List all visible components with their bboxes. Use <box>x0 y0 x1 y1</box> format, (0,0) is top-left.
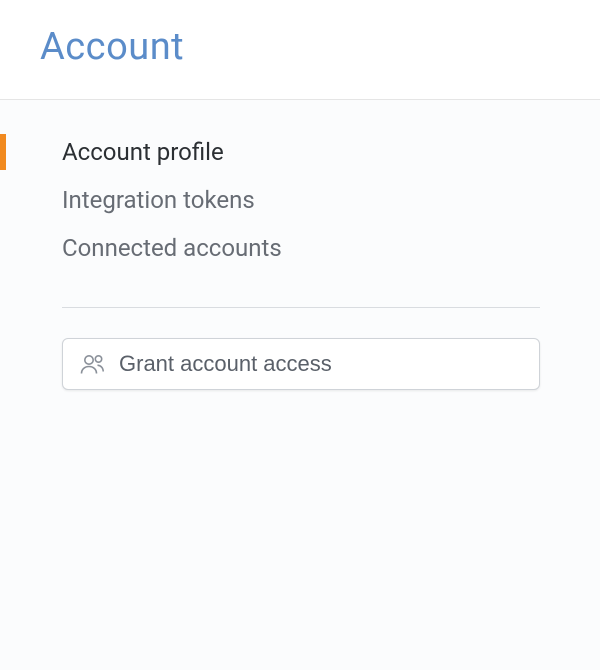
nav-item-connected-accounts[interactable]: Connected accounts <box>0 224 600 272</box>
nav-item-integration-tokens[interactable]: Integration tokens <box>0 176 600 224</box>
nav-item-label: Account profile <box>62 138 224 166</box>
nav-item-label: Connected accounts <box>62 234 282 262</box>
users-group-icon <box>79 352 107 376</box>
section-divider <box>62 307 540 308</box>
nav-item-label: Integration tokens <box>62 186 255 214</box>
nav-item-account-profile[interactable]: Account profile <box>0 128 600 176</box>
grant-account-access-button[interactable]: Grant account access <box>62 338 540 390</box>
action-button-label: Grant account access <box>119 351 332 377</box>
account-nav: Account profile Integration tokens Conne… <box>0 128 600 272</box>
page-header: Account <box>0 0 600 100</box>
page-title: Account <box>40 25 600 69</box>
content-area: Account profile Integration tokens Conne… <box>0 100 600 670</box>
